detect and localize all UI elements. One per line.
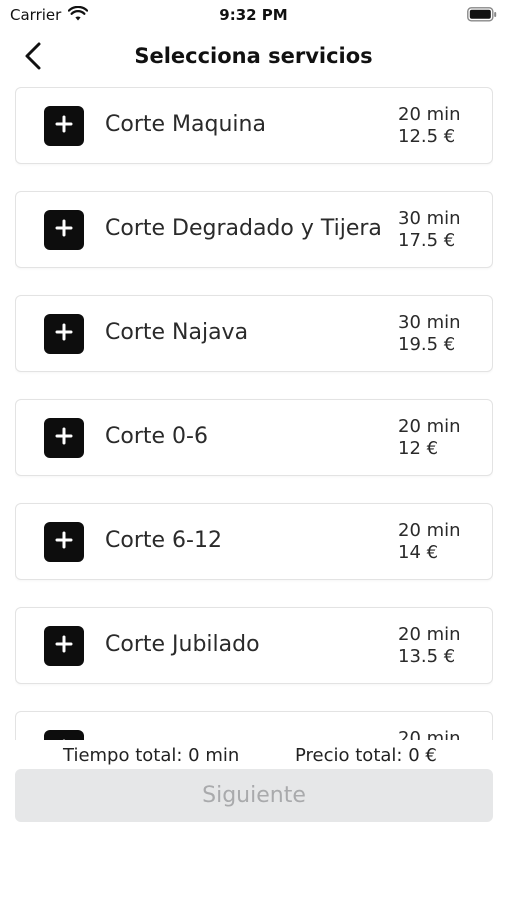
- service-meta: 30 min 17.5 €: [398, 208, 461, 252]
- add-service-button[interactable]: [44, 210, 84, 250]
- service-name: Corte Maquina: [105, 112, 266, 137]
- clock: 9:32 PM: [219, 6, 288, 24]
- service-price: 12.5 €: [398, 126, 456, 147]
- add-service-button[interactable]: [44, 522, 84, 562]
- service-meta: 20 min 12 €: [398, 416, 461, 460]
- total-price: Precio total: 0 €: [295, 745, 437, 766]
- service-card[interactable]: Corte Jubilado 20 min 13.5 €: [15, 607, 493, 684]
- service-card[interactable]: Corte Najava 30 min 19.5 €: [15, 295, 493, 372]
- service-card[interactable]: 20 min: [15, 711, 493, 740]
- service-price: 14 €: [398, 542, 439, 563]
- totals-bar: Tiempo total: 0 min Precio total: 0 €: [0, 743, 507, 769]
- plus-icon: [55, 115, 73, 137]
- total-time: Tiempo total: 0 min: [63, 745, 240, 766]
- battery-icon: [467, 7, 497, 26]
- service-meta: 20 min 14 €: [398, 520, 461, 564]
- plus-icon: [55, 323, 73, 345]
- service-card[interactable]: Corte 6-12 20 min 14 €: [15, 503, 493, 580]
- plus-icon: [55, 427, 73, 449]
- plus-icon: [55, 739, 73, 740]
- service-duration: 20 min: [398, 624, 461, 645]
- service-meta: 20 min 12.5 €: [398, 104, 461, 148]
- add-service-button[interactable]: [44, 730, 84, 740]
- add-service-button[interactable]: [44, 106, 84, 146]
- next-button[interactable]: Siguiente: [15, 769, 493, 822]
- service-duration: 30 min: [398, 208, 461, 229]
- page-title: Selecciona servicios: [134, 44, 373, 68]
- service-name: Corte Najava: [105, 320, 249, 345]
- services-list[interactable]: Corte Maquina 20 min 12.5 € Corte Degrad…: [15, 87, 493, 740]
- service-duration: 20 min: [398, 416, 461, 437]
- service-name: Corte 6-12: [105, 528, 222, 553]
- service-duration: 20 min: [398, 104, 461, 125]
- nav-bar: Selecciona servicios: [0, 30, 507, 84]
- service-meta: 20 min 13.5 €: [398, 624, 461, 668]
- service-card[interactable]: Corte Maquina 20 min 12.5 €: [15, 87, 493, 164]
- add-service-button[interactable]: [44, 418, 84, 458]
- service-meta: 30 min 19.5 €: [398, 312, 461, 356]
- service-duration: 20 min: [398, 520, 461, 541]
- service-price: 19.5 €: [398, 334, 456, 355]
- service-name: Corte Jubilado: [105, 632, 260, 657]
- service-name: Corte 0-6: [105, 424, 208, 449]
- plus-icon: [55, 219, 73, 241]
- plus-icon: [55, 635, 73, 657]
- service-price: 17.5 €: [398, 230, 456, 251]
- service-card[interactable]: Corte Degradado y Tijera 30 min 17.5 €: [15, 191, 493, 268]
- plus-icon: [55, 531, 73, 553]
- status-bar: Carrier 9:32 PM: [0, 0, 507, 30]
- service-price: 12 €: [398, 438, 439, 459]
- add-service-button[interactable]: [44, 314, 84, 354]
- service-duration: 20 min: [398, 728, 461, 740]
- service-duration: 30 min: [398, 312, 461, 333]
- service-meta: 20 min: [398, 728, 461, 740]
- service-name: Corte Degradado y Tijera: [105, 216, 382, 241]
- service-card[interactable]: Corte 0-6 20 min 12 €: [15, 399, 493, 476]
- service-price: 13.5 €: [398, 646, 456, 667]
- add-service-button[interactable]: [44, 626, 84, 666]
